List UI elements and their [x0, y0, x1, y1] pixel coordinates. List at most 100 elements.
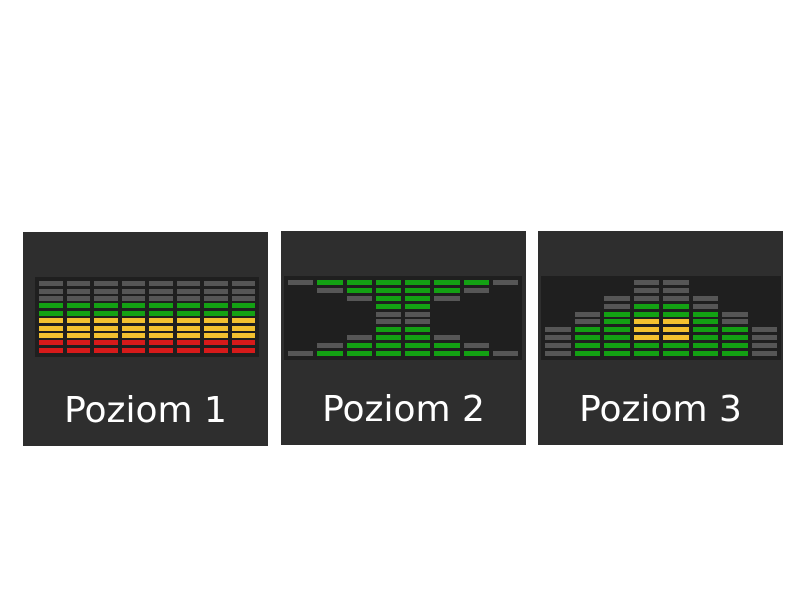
- meter-segment: [39, 347, 63, 353]
- meter-segment: [574, 342, 600, 348]
- meter-segment: [375, 288, 401, 294]
- meter-segment: [604, 296, 630, 301]
- meter-segment: [231, 333, 255, 338]
- meter-segment: [204, 310, 228, 316]
- meter-segment: [375, 327, 401, 333]
- meter-segment: [39, 318, 63, 324]
- meter-segment: [66, 318, 90, 324]
- meter-segment: [692, 327, 718, 333]
- meter-segment: [231, 288, 255, 294]
- meter-segment: [604, 350, 630, 356]
- meter-segment: [633, 342, 659, 348]
- meter-segment: [94, 303, 118, 309]
- meter-segment: [633, 335, 659, 340]
- meter-segment: [176, 340, 200, 346]
- meter-segment: [722, 350, 748, 356]
- meter-segment: [375, 280, 401, 286]
- meter-segment: [751, 342, 777, 348]
- meter-segment: [545, 342, 571, 348]
- meter-segment: [434, 335, 460, 340]
- meter-segment: [604, 327, 630, 333]
- meter-segment: [176, 325, 200, 331]
- level-2-card[interactable]: Poziom 2: [281, 231, 526, 445]
- meter-segment: [405, 303, 431, 309]
- meter-segment: [722, 335, 748, 340]
- level-1-label: Poziom 1: [64, 390, 227, 431]
- meter-segment: [375, 311, 401, 317]
- meter-segment: [692, 319, 718, 325]
- meter-segment: [692, 303, 718, 309]
- meter-segment: [346, 288, 372, 294]
- meter-segment: [663, 350, 689, 356]
- meter-segment: [633, 280, 659, 286]
- meter-segment: [94, 340, 118, 346]
- meter-segment: [317, 280, 343, 286]
- meter-segment: [574, 327, 600, 333]
- meter-segment: [633, 350, 659, 356]
- meter-segment: [204, 281, 228, 287]
- meter-segment: [574, 350, 600, 356]
- meter-segment: [204, 347, 228, 353]
- meter-segment: [405, 327, 431, 333]
- meter-segment: [66, 347, 90, 353]
- meter-segment: [663, 319, 689, 325]
- equalizer-panel: [35, 277, 259, 357]
- meter-segment: [405, 296, 431, 301]
- meter-segment: [751, 335, 777, 340]
- meter-segment: [94, 347, 118, 353]
- meter-segment: [434, 288, 460, 294]
- meter-segment: [231, 325, 255, 331]
- meter-segment: [663, 296, 689, 301]
- meter-segment: [751, 350, 777, 356]
- meter-segment: [663, 288, 689, 294]
- meter-segment: [346, 342, 372, 348]
- meter-segment: [604, 303, 630, 309]
- level-3-label: Poziom 3: [579, 389, 742, 430]
- meter-segment: [574, 319, 600, 325]
- meter-segment: [39, 281, 63, 287]
- meter-segment: [121, 333, 145, 338]
- meter-segment: [288, 350, 314, 356]
- meter-segment: [722, 342, 748, 348]
- meter-segment: [149, 296, 173, 301]
- meter-segment: [633, 303, 659, 309]
- meter-segment: [434, 342, 460, 348]
- meter-segment: [633, 327, 659, 333]
- meter-segment: [231, 303, 255, 309]
- meter-segment: [176, 318, 200, 324]
- meter-segment: [663, 335, 689, 340]
- level-2-label: Poziom 2: [322, 389, 485, 430]
- meter-segment: [204, 288, 228, 294]
- meter-segment: [492, 280, 518, 286]
- meter-segment: [176, 288, 200, 294]
- level-1-card[interactable]: Poziom 1: [23, 232, 268, 446]
- meter-segment: [231, 310, 255, 316]
- meter-segment: [66, 333, 90, 338]
- meter-segment: [545, 350, 571, 356]
- meter-segment: [94, 333, 118, 338]
- meter-segment: [375, 303, 401, 309]
- meter-segment: [204, 325, 228, 331]
- meter-segment: [231, 296, 255, 301]
- meter-segment: [663, 303, 689, 309]
- meter-segment: [692, 296, 718, 301]
- meter-segment: [463, 350, 489, 356]
- meter-segment: [375, 335, 401, 340]
- meter-segment: [149, 288, 173, 294]
- level-3-card[interactable]: Poziom 3: [538, 231, 783, 445]
- meter-segment: [405, 280, 431, 286]
- meter-segment: [204, 296, 228, 301]
- meter-segment: [346, 280, 372, 286]
- meter-segment: [574, 311, 600, 317]
- meter-segment: [463, 288, 489, 294]
- meter-segment: [346, 335, 372, 340]
- meter-segment: [633, 288, 659, 294]
- meter-segment: [545, 327, 571, 333]
- meter-segment: [39, 333, 63, 338]
- meter-segment: [204, 303, 228, 309]
- meter-segment: [463, 342, 489, 348]
- meter-segment: [663, 311, 689, 317]
- meter-segment: [492, 350, 518, 356]
- meter-segment: [121, 288, 145, 294]
- meter-segment: [94, 318, 118, 324]
